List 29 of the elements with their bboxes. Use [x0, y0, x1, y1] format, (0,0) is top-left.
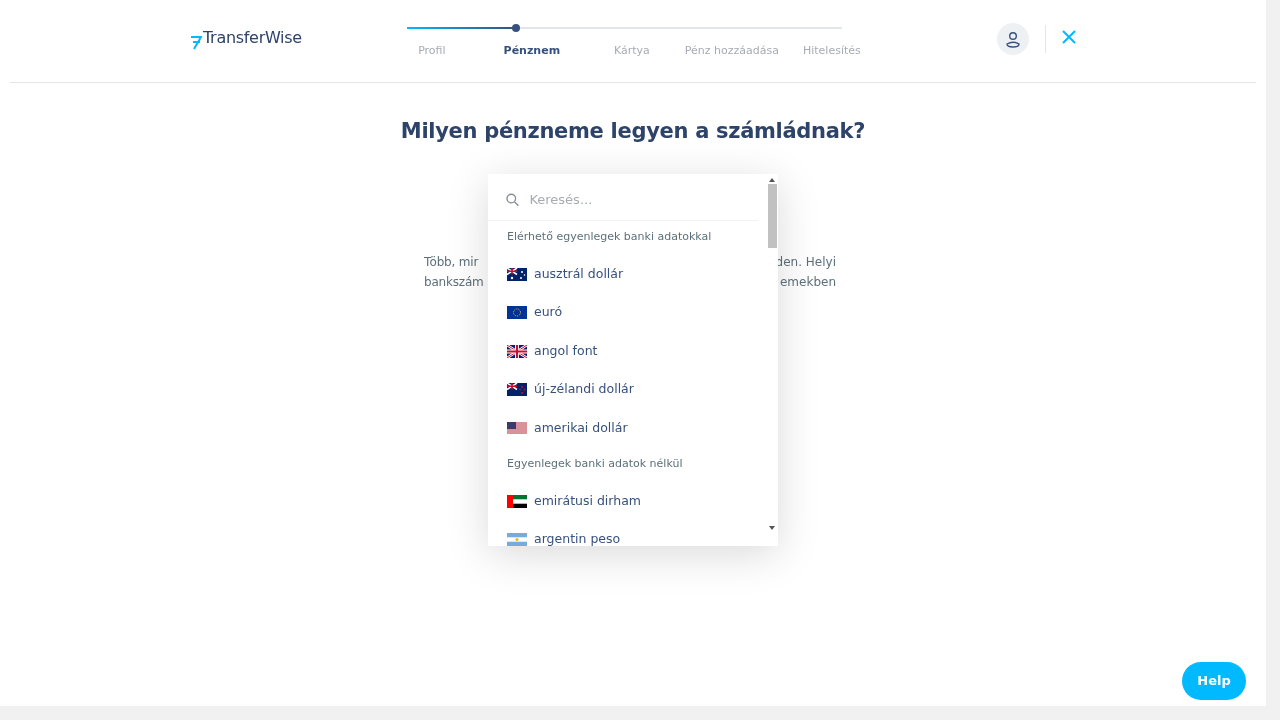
search-icon — [506, 192, 520, 207]
currency-option[interactable]: ausztrál dollár — [488, 255, 766, 294]
group-heading: Egyenlegek banki adatok nélkül — [506, 455, 684, 472]
flag-icon — [507, 494, 527, 508]
flag-icon — [507, 344, 527, 358]
step-label[interactable]: Pénznem — [481, 43, 582, 60]
group-heading: Elérhető egyenlegek banki adatokkal — [506, 228, 713, 245]
currency-option[interactable]: euró — [488, 293, 766, 332]
intro-text-fragment: Több, mir — [424, 253, 480, 271]
intro-text-fragment: emekben — [779, 273, 836, 291]
page-title: Milyen pénzneme legyen a számládnak? — [399, 118, 867, 145]
logo-flag-icon — [190, 36, 202, 50]
close-icon[interactable] — [1062, 30, 1076, 44]
scroll-down-icon[interactable] — [768, 524, 776, 532]
flag-icon — [507, 267, 527, 281]
scrollbar-thumb[interactable] — [767, 184, 777, 248]
currency-option[interactable]: emirátusi dirham — [488, 482, 766, 521]
progress-dot — [511, 24, 520, 32]
user-icon — [1005, 30, 1021, 48]
currency-option[interactable]: angol font — [488, 332, 766, 371]
flag-icon — [507, 383, 527, 397]
flag-icon — [507, 306, 527, 320]
intro-text-fragment: bankszám — [424, 273, 484, 291]
logo-text: TransferWise — [203, 27, 302, 49]
flag-icon — [507, 421, 527, 435]
currency-option[interactable]: amerikai dollár — [488, 409, 766, 448]
account-button[interactable] — [997, 23, 1029, 55]
currency-option[interactable]: új-zélandi dollár — [488, 370, 766, 409]
currency-option[interactable]: argentin peso — [488, 520, 766, 546]
